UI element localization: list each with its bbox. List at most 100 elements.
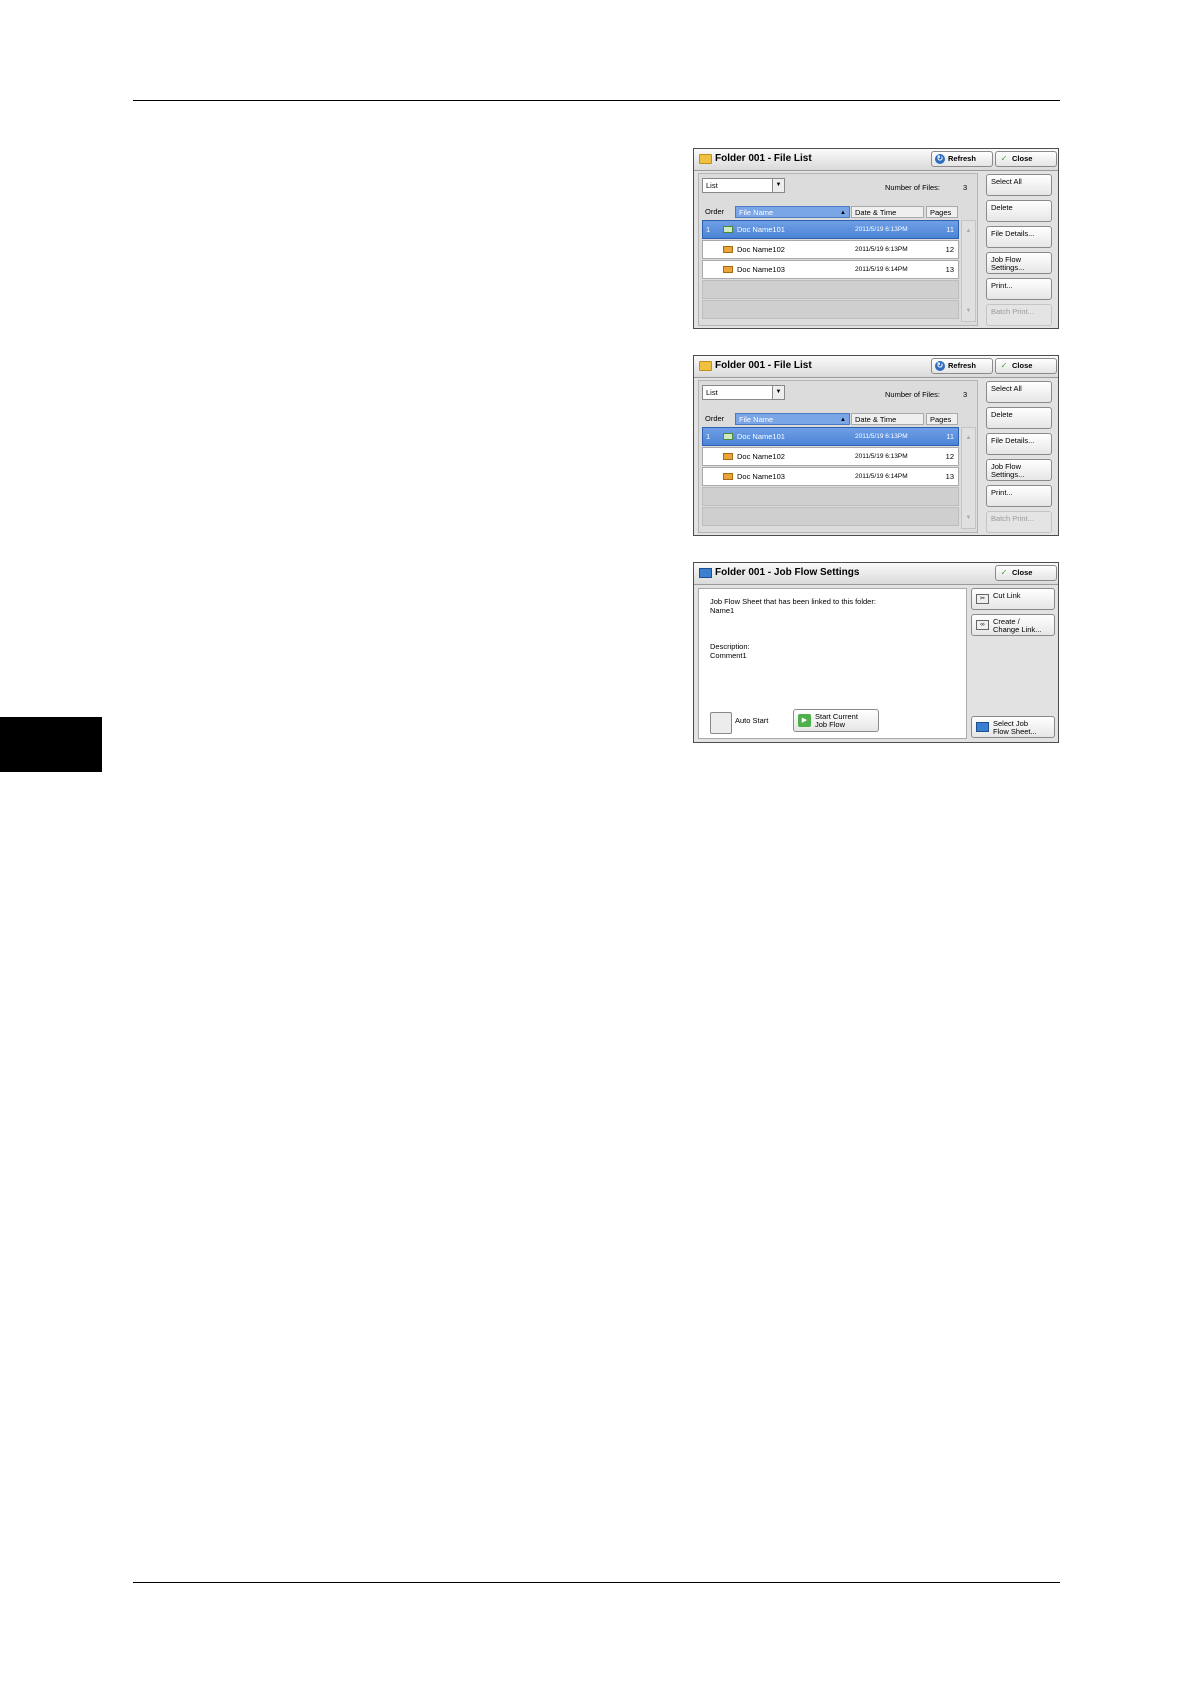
scrollbar[interactable]: ▲ ▼ (961, 220, 976, 322)
file-list-panel: List ▼ Number of Files: 3 Order File Name… (698, 380, 978, 533)
empty-row (702, 487, 959, 506)
column-header-order[interactable]: Order (702, 206, 733, 218)
linked-sheet-name: Name1 (710, 606, 735, 615)
row-file-name: Doc Name103 (737, 472, 785, 481)
checkmark-icon: ✓ (1000, 568, 1008, 577)
close-label: Close (1012, 361, 1033, 370)
column-header-order[interactable]: Order (702, 413, 733, 425)
job-flow-settings-screen: Folder 001 - Job Flow Settings ✓ Close Jo… (693, 562, 1059, 743)
start-current-job-flow-button[interactable]: ▶ Start Current Job Flow (793, 709, 879, 732)
row-order: 1 (706, 225, 711, 234)
checkmark-icon: ✓ (1000, 154, 1008, 163)
number-of-files-value: 3 (963, 183, 968, 192)
footer-rule (133, 1582, 1060, 1583)
print-button[interactable]: Print... (986, 485, 1052, 507)
table-row[interactable]: 1 Doc Name101 2011/5/19 6:13PM 11 (702, 427, 959, 446)
description-label: Description: (710, 642, 750, 651)
table-row[interactable]: 1 Doc Name101 2011/5/19 6:13PM 11 (702, 220, 959, 239)
create-change-link-label: Create / Change Link... (993, 617, 1042, 634)
file-name-header-label: File Name (739, 208, 774, 217)
dropdown-arrow-icon: ▼ (772, 179, 784, 192)
close-label: Close (1012, 568, 1033, 577)
number-of-files-label: Number of Files: (885, 390, 941, 399)
column-header-file-name[interactable]: File Name ▲ (735, 206, 850, 218)
row-date-time: 2011/5/19 6:13PM (855, 453, 908, 460)
locked-document-icon (723, 266, 733, 273)
column-header-file-name[interactable]: File Name ▲ (735, 413, 850, 425)
delete-button[interactable]: Delete (986, 407, 1052, 429)
batch-print-button[interactable]: Batch Print... (986, 304, 1052, 326)
row-file-name: Doc Name102 (737, 245, 785, 254)
select-job-flow-sheet-button[interactable]: Select Job Flow Sheet... (971, 716, 1055, 738)
job-flow-settings-button[interactable]: Job Flow Settings... (986, 459, 1052, 481)
auto-start-checkbox[interactable] (710, 712, 732, 734)
sort-ascending-icon: ▲ (840, 210, 846, 216)
row-date-time: 2011/5/19 6:13PM (855, 433, 908, 440)
locked-document-icon (723, 453, 733, 460)
empty-row (702, 300, 959, 319)
row-pages: 11 (946, 432, 954, 441)
file-details-button[interactable]: File Details... (986, 226, 1052, 248)
column-header-pages[interactable]: Pages (926, 413, 958, 425)
folder-icon (699, 154, 712, 164)
view-select-value: List (706, 388, 718, 397)
locked-document-icon (723, 246, 733, 253)
view-select[interactable]: List ▼ (702, 385, 785, 400)
dropdown-arrow-icon: ▼ (772, 386, 784, 399)
delete-button[interactable]: Delete (986, 200, 1052, 222)
refresh-icon: ↻ (935, 154, 945, 164)
row-date-time: 2011/5/19 6:14PM (855, 473, 908, 480)
table-row[interactable]: Doc Name103 2011/5/19 6:14PM 13 (702, 260, 959, 279)
cut-link-button[interactable]: ✂ Cut Link (971, 588, 1055, 610)
screen-title: Folder 001 - File List (715, 153, 812, 164)
row-file-name: Doc Name101 (737, 225, 785, 234)
chain-link-icon: ∞ (976, 620, 989, 630)
row-file-name: Doc Name101 (737, 432, 785, 441)
table-row[interactable]: Doc Name103 2011/5/19 6:14PM 13 (702, 467, 959, 486)
locked-document-icon (723, 473, 733, 480)
scroll-up-icon[interactable]: ▲ (962, 432, 975, 444)
refresh-button[interactable]: ↻ Refresh (931, 358, 993, 374)
row-date-time: 2011/5/19 6:14PM (855, 266, 908, 273)
batch-print-button[interactable]: Batch Print... (986, 511, 1052, 533)
column-header-date-time[interactable]: Date & Time (851, 413, 924, 425)
row-date-time: 2011/5/19 6:13PM (855, 246, 908, 253)
row-file-name: Doc Name102 (737, 452, 785, 461)
title-bar: Folder 001 - File List ↻ Refresh ✓ Close (694, 149, 1058, 171)
job-flow-settings-button[interactable]: Job Flow Settings... (986, 252, 1052, 274)
refresh-label: Refresh (948, 361, 976, 370)
file-list-panel: List ▼ Number of Files: 3 Order File Name… (698, 173, 978, 326)
scroll-up-icon[interactable]: ▲ (962, 225, 975, 237)
header-rule (133, 100, 1060, 101)
select-all-button[interactable]: Select All (986, 174, 1052, 196)
refresh-icon: ↻ (935, 361, 945, 371)
document-icon (723, 433, 733, 440)
create-change-link-button[interactable]: ∞ Create / Change Link... (971, 614, 1055, 636)
screen-title: Folder 001 - File List (715, 360, 812, 371)
file-list-screen-1: Folder 001 - File List ↻ Refresh ✓ Close L… (693, 148, 1059, 329)
refresh-button[interactable]: ↻ Refresh (931, 151, 993, 167)
print-button[interactable]: Print... (986, 278, 1052, 300)
table-row[interactable]: Doc Name102 2011/5/19 6:13PM 12 (702, 447, 959, 466)
select-all-button[interactable]: Select All (986, 381, 1052, 403)
checkmark-icon: ✓ (1000, 361, 1008, 370)
job-flow-sheet-icon (976, 722, 989, 732)
number-of-files-value: 3 (963, 390, 968, 399)
number-of-files-label: Number of Files: (885, 183, 941, 192)
table-row[interactable]: Doc Name102 2011/5/19 6:13PM 12 (702, 240, 959, 259)
row-pages: 11 (946, 225, 954, 234)
column-header-pages[interactable]: Pages (926, 206, 958, 218)
sort-ascending-icon: ▲ (840, 417, 846, 423)
scrollbar[interactable]: ▲ ▼ (961, 427, 976, 529)
close-button[interactable]: ✓ Close (995, 565, 1057, 581)
row-pages: 13 (945, 472, 954, 481)
scroll-down-icon[interactable]: ▼ (962, 512, 975, 524)
row-file-name: Doc Name103 (737, 265, 785, 274)
file-details-button[interactable]: File Details... (986, 433, 1052, 455)
scroll-down-icon[interactable]: ▼ (962, 305, 975, 317)
title-bar: Folder 001 - File List ↻ Refresh ✓ Close (694, 356, 1058, 378)
close-button[interactable]: ✓ Close (995, 358, 1057, 374)
close-button[interactable]: ✓ Close (995, 151, 1057, 167)
view-select[interactable]: List ▼ (702, 178, 785, 193)
column-header-date-time[interactable]: Date & Time (851, 206, 924, 218)
